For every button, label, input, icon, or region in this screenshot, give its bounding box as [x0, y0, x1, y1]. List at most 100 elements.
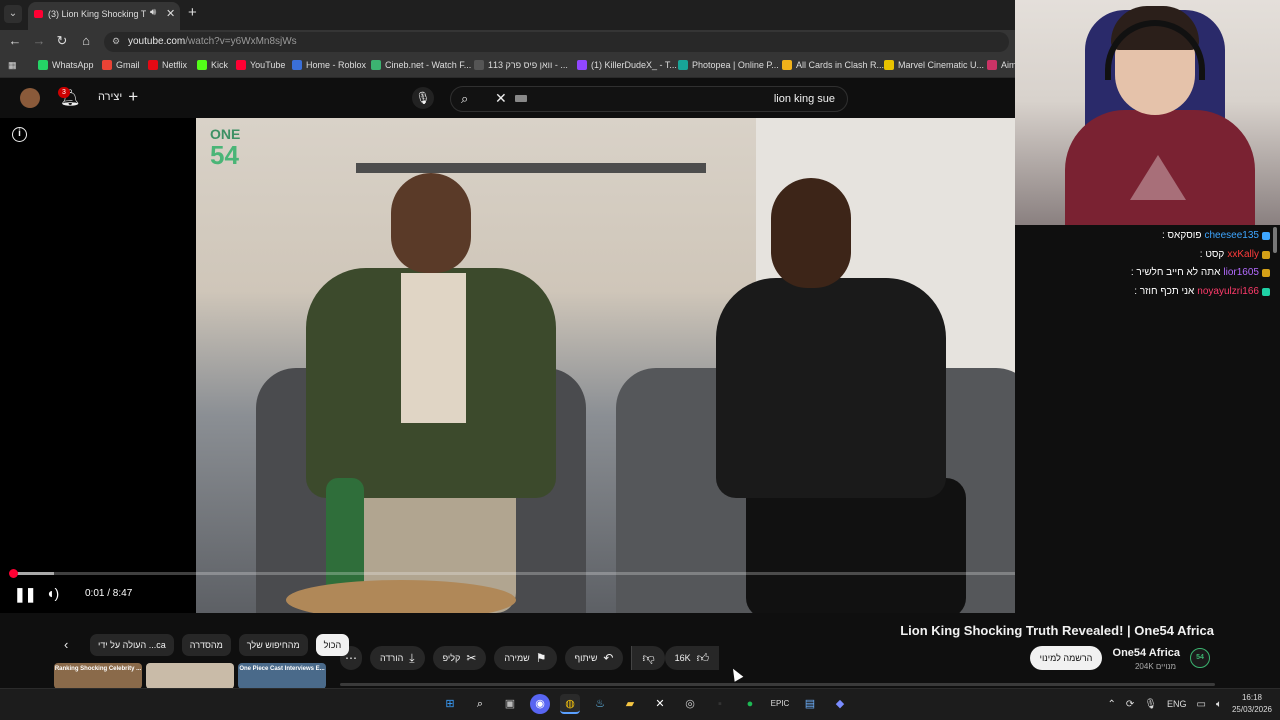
progress-scrubber[interactable]: [8, 569, 18, 578]
network-icon[interactable]: ▭: [1197, 699, 1206, 710]
address-bar[interactable]: ⚙ youtube.com/watch?v=y6WxMn8sjWs: [104, 32, 1009, 52]
microphone-icon[interactable]: 🎙︎: [412, 87, 434, 109]
volume-icon[interactable]: ◖): [46, 585, 59, 601]
recommended-thumbnail[interactable]: One Piece Cast Interviews E...: [238, 663, 326, 689]
blank-app-icon[interactable]: ▪: [710, 694, 730, 714]
thumbs-down-icon: 👎︎: [642, 650, 655, 665]
create-button[interactable]: יצירה +: [98, 87, 139, 106]
tab-close-icon[interactable]: ✕: [166, 7, 175, 20]
recommendation-chips: העולה על ידי ...ca מהסדרה מהחיפוש שלך הכ…: [90, 634, 350, 656]
bookmark-youtube[interactable]: YouTube: [236, 60, 285, 70]
share-icon: ↶: [603, 651, 614, 665]
info-icon[interactable]: i: [12, 127, 27, 142]
channel-name[interactable]: One54 Africa: [1113, 647, 1180, 659]
bookmark-photopea[interactable]: Photopea | Online P...: [678, 60, 779, 70]
guest-right-legs: [746, 478, 966, 613]
bookmark-twitch[interactable]: (1) KillerDudeX_ - T...: [577, 60, 677, 70]
task-view-icon[interactable]: ▣: [500, 694, 520, 714]
bookmark-marvel[interactable]: Marvel Cinematic U...: [884, 60, 984, 70]
bookmark-cineb[interactable]: Cineb.net - Watch F...: [371, 60, 471, 70]
chip-from-search[interactable]: מהחיפוש שלך: [238, 634, 308, 656]
file-explorer-icon[interactable]: ▰: [620, 694, 640, 714]
epic-games-icon[interactable]: EPIC: [770, 694, 790, 714]
download-button[interactable]: הורדה ⤓: [370, 646, 425, 670]
video-frame[interactable]: ONE 54: [196, 118, 1015, 613]
clip-button[interactable]: קליפ ✂: [432, 646, 487, 670]
recommended-thumbnail[interactable]: Ranking Shocking Celebrity ...: [54, 663, 142, 689]
close-icon[interactable]: ✕: [495, 90, 507, 107]
clock-date: 25/03/2026: [1231, 705, 1272, 714]
keyboard-icon[interactable]: [515, 95, 527, 102]
chip-from-series[interactable]: מהסדרה: [181, 634, 231, 656]
spotify-icon[interactable]: ●: [740, 694, 760, 714]
thumbnail-text: Ranking Shocking Celebrity ...: [54, 666, 142, 672]
language-indicator[interactable]: ENG: [1167, 699, 1187, 709]
new-tab-button[interactable]: +: [188, 4, 197, 21]
windows-start-icon[interactable]: ⊞: [440, 694, 460, 714]
channel-avatar[interactable]: 54: [1190, 648, 1210, 668]
bookmark-gmail[interactable]: Gmail: [102, 60, 140, 70]
microphone-tray-icon[interactable]: 🎙︎: [1144, 699, 1157, 710]
save-button[interactable]: שמירה ⚑: [494, 646, 557, 670]
video-actions: ⋯ הורדה ⤓ קליפ ✂ שמירה ⚑ שיתוף ↶ 👎︎ 16K 👍︎: [340, 646, 720, 670]
bookmark-label: וואן פיס פרק 113 - ...: [488, 60, 568, 70]
back-arrow-icon[interactable]: ←: [6, 33, 24, 48]
cineb-icon: [371, 60, 381, 70]
bookmark-aim[interactable]: Aim: [987, 60, 1017, 70]
share-button[interactable]: שיתוף ↶: [564, 646, 624, 670]
steam-icon[interactable]: ♨: [590, 694, 610, 714]
clock[interactable]: 16:18 25/03/2026: [1232, 692, 1272, 716]
tab-audio-icon[interactable]: 🔊︎: [150, 7, 156, 18]
horizontal-scrollbar[interactable]: [340, 683, 1215, 686]
taskbar-search-icon[interactable]: ⌕: [470, 694, 490, 714]
bookmark-roblox[interactable]: Home - Roblox: [292, 60, 366, 70]
reload-icon[interactable]: ↻: [53, 33, 71, 49]
chat-scrollbar[interactable]: [1273, 227, 1277, 253]
chrome-icon[interactable]: ◍: [560, 694, 580, 714]
guest-right: [716, 178, 976, 613]
clash-icon: [782, 60, 792, 70]
bookmark-netflix[interactable]: Netflix: [148, 60, 187, 70]
chat-username: xxKally: [1227, 249, 1259, 260]
search-input[interactable]: ⌕ ✕ lion king sue: [450, 86, 848, 112]
obs-icon[interactable]: ◎: [680, 694, 700, 714]
chevron-up-icon[interactable]: ⌃: [1108, 699, 1116, 710]
download-icon: ⤓: [409, 650, 415, 665]
bookmarks-bar: ▦ WhatsApp Gmail Netflix Kick YouTube Ho…: [0, 54, 1017, 78]
sync-icon[interactable]: ⟳: [1126, 699, 1134, 710]
tab-search-button[interactable]: ⌄: [4, 5, 22, 23]
chat-message: : פוסקאס cheesee135: [1162, 230, 1270, 241]
chip-uploaded-by[interactable]: העולה על ידי ...ca: [90, 634, 174, 656]
recommended-thumbnail[interactable]: [146, 663, 234, 689]
dislike-button[interactable]: 👎︎: [631, 646, 665, 670]
search-icon[interactable]: ⌕: [461, 91, 468, 107]
app-diamond-icon[interactable]: ◆: [830, 694, 850, 714]
apps-grid-icon[interactable]: ▦: [8, 60, 17, 71]
avatar[interactable]: [20, 88, 40, 108]
bookmark-one-piece[interactable]: וואן פיס פרק 113 - ...: [474, 60, 568, 70]
site-info-icon[interactable]: ⚙: [112, 36, 120, 47]
hoodie-logo: [1130, 155, 1186, 200]
chip-all[interactable]: הכול: [315, 634, 350, 656]
pause-icon[interactable]: ❚❚: [14, 586, 36, 603]
subscribe-button[interactable]: הרשמה למינוי: [1030, 646, 1102, 670]
plus-icon: +: [128, 87, 139, 106]
scissors-icon: ✂: [466, 651, 477, 665]
time-display: 0:01 / 8:47: [85, 588, 133, 599]
forward-arrow-icon[interactable]: →: [30, 33, 48, 48]
chat-text: : אני תכף חוזר: [1134, 286, 1195, 297]
bookmark-label: (1) KillerDudeX_ - T...: [591, 60, 677, 70]
browser-tab[interactable]: (3) Lion King Shocking Truth 🔊︎ ✕: [28, 2, 180, 30]
bookmark-kick[interactable]: Kick: [197, 60, 228, 70]
home-icon[interactable]: ⌂: [77, 33, 95, 48]
capcut-icon[interactable]: ✕: [650, 694, 670, 714]
notepad-icon[interactable]: ▤: [800, 694, 820, 714]
speaker-icon[interactable]: 🔈︎: [1216, 699, 1222, 710]
chevron-left-icon[interactable]: ‹: [64, 637, 68, 652]
stream-chat: : פוסקאס cheesee135 : קסט xxKally : אתה …: [1015, 225, 1280, 613]
bookmark-clash[interactable]: All Cards in Clash R...: [782, 60, 884, 70]
like-button[interactable]: 16K 👍︎: [664, 646, 720, 670]
system-tray: ⌃ ⟳ 🎙︎ ENG ▭ 🔈︎ 16:18 25/03/2026: [1108, 692, 1273, 716]
bookmark-whatsapp[interactable]: WhatsApp: [38, 60, 94, 70]
discord-icon[interactable]: ◉: [530, 694, 550, 714]
